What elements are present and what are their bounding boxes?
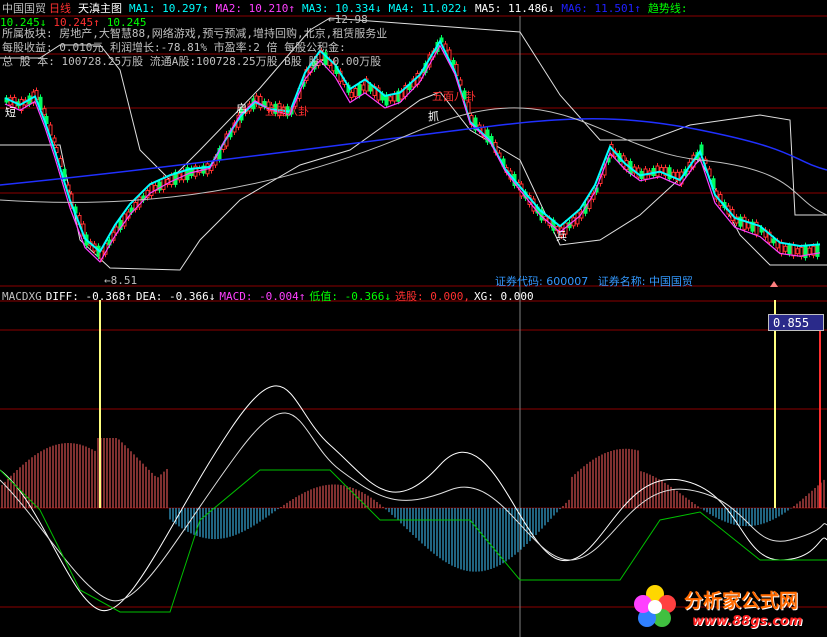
security-info: 证券代码: 600007 证券名称: 中国国贸 [495,275,693,288]
indicator-value: MA5: 11.486↓ [474,2,555,15]
shares-info: 总 股 本: 100728.25万股 流通A股:100728.25万股 B股 股… [2,55,382,68]
macd-value: XG: 0.000 [474,290,534,303]
macd-value: MACDXG [2,290,42,303]
indicator-value: MA1: 10.297↑ [129,2,209,15]
macd-value: DEA: -0.366↓ [135,290,216,303]
signal-label: 启 [236,102,247,115]
indicator-value: MA6: 11.501↑ [561,2,641,15]
macd-histogram [1,438,825,572]
stock-name: 中国国贸 [2,2,46,15]
eps-info: 每股收益: 0.010元 利润增长:-78.81% 市盈率:2 倍 每股公积金: [2,41,346,54]
flower-logo-icon [634,585,676,627]
macd-lines [0,385,827,613]
signal-label: 兵 [556,230,567,243]
macd-value: 选股: 0.000, [395,290,471,303]
candlesticks [4,35,820,262]
watermark-title: 分析家公式网 [684,590,799,612]
signal-label: 抓 [428,110,439,123]
price-value-box: 0.855 [768,314,824,331]
signal-label: 短 [5,106,16,119]
indicator-value: MA2: 10.210↑ [215,2,295,15]
high-price-label: ←12.98 [328,13,368,26]
period-label[interactable]: 日线 [49,2,71,15]
macd-value: 低值: -0.366↓ [309,290,392,303]
pattern-label: 五面八卦 [265,105,309,118]
macd-value: DIFF: -0.368↑ [45,290,132,303]
pattern-label: 五面八卦 [432,90,476,103]
watermark-url: www.88gs.com [692,614,803,629]
sector-info: 所属板块: 房地产,大智慧88,网络游戏,预亏预减,增持回购,北京,租赁服务业 [2,27,388,40]
macd-value: MACD: -0.004↑ [219,290,306,303]
macd-header: MACDXG DIFF: -0.368↑ DEA: -0.366↓ MACD: -0.… [2,288,538,304]
low-price-label: ←8.51 [104,274,138,287]
indicator-header: 中国国贸 日线 天滇主图 MA1: 10.297↑ MA2: 10.210↑ MA3: 1… [0,0,827,29]
triangle-marker [770,281,778,287]
indicator-value: MA4: 11.022↓ [388,2,468,15]
watermark: 分析家公式网 www.88gs.com [630,582,825,636]
chart-name[interactable]: 天滇主图 [78,2,122,15]
chart-canvas[interactable] [0,0,827,637]
